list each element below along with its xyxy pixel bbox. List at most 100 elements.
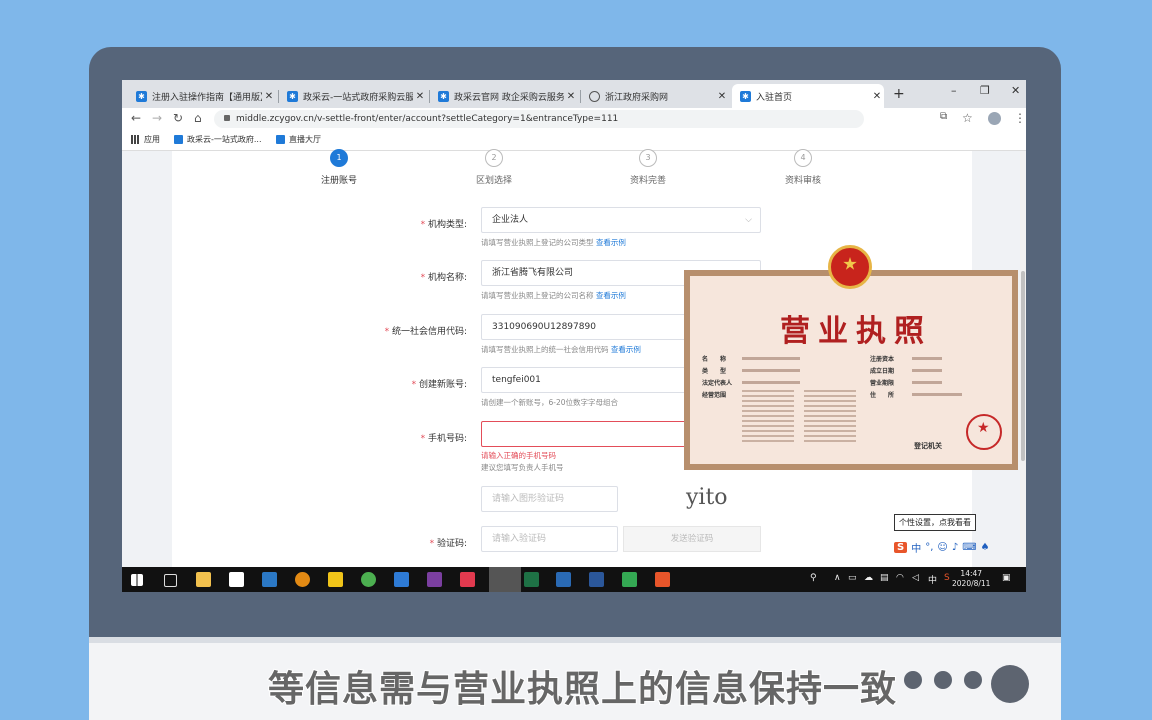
close-tab-icon[interactable]: ✕	[262, 91, 276, 102]
license-field-label: 营业期限	[870, 380, 895, 387]
step-label: 资料完善	[629, 176, 666, 186]
tab-label: 入驻首页	[756, 92, 793, 103]
view-example-link[interactable]: 查看示例	[596, 291, 626, 300]
sms-code-label: * 验证码:	[429, 539, 467, 549]
battery-icon[interactable]: ▭	[848, 573, 857, 583]
step-region: 2 区划选择	[454, 149, 534, 186]
scrollbar-thumb[interactable]	[1021, 271, 1025, 461]
sms-code-input[interactable]: 请输入验证码	[481, 526, 618, 552]
menu-icon[interactable]: ⋮	[1014, 111, 1026, 125]
close-tab-icon[interactable]: ✕	[413, 91, 427, 102]
browser-tab-1[interactable]: ✱ 注册入驻操作指南【通用版】- ✕	[128, 84, 276, 108]
maximize-button[interactable]: ❐	[980, 84, 990, 97]
user-icon[interactable]: ⚲	[810, 573, 817, 583]
send-code-button[interactable]: 发送验证码	[623, 526, 761, 552]
step-number: 1	[330, 149, 348, 167]
excel-icon[interactable]	[524, 572, 539, 587]
todo-icon[interactable]	[394, 572, 409, 587]
zcy-favicon-icon: ✱	[438, 90, 449, 102]
xmind-icon[interactable]	[460, 572, 475, 587]
file-explorer-icon[interactable]	[196, 572, 211, 587]
reload-icon[interactable]: ↻	[173, 111, 183, 125]
view-example-link[interactable]: 查看示例	[611, 345, 641, 354]
org-type-select[interactable]: 企业法人 ⌵	[481, 207, 761, 233]
address-row: ← → ↻ ⌂ middle.zcygov.cn/v-settle-front/…	[122, 108, 1026, 130]
browser-tab-4[interactable]: 浙江政府采购网 ✕	[581, 84, 729, 108]
sogou-icon[interactable]: S	[894, 541, 908, 553]
bookmark-live[interactable]: 直播大厅	[276, 134, 321, 145]
tab-bar: ✱ 注册入驻操作指南【通用版】- ✕ ✱ 政采云-一站式政府采购云服务 ✕ ✱ …	[122, 80, 1026, 108]
license-frame: 营业执照 名 称 类 型 法定代表人 经营范围 注册资本 成立日期 营业期限 住…	[684, 270, 1018, 470]
profile-avatar[interactable]	[988, 112, 1001, 125]
page-scrollbar[interactable]	[1020, 151, 1026, 567]
sticky-notes-icon[interactable]	[328, 572, 343, 587]
browser-tab-3[interactable]: ✱ 政采云官网 政企采购云服务平 ✕	[430, 84, 578, 108]
chrome-icon[interactable]	[361, 572, 376, 587]
chrome-active-icon[interactable]	[489, 567, 521, 592]
store-icon[interactable]	[229, 572, 244, 587]
camtasia-recorder-icon[interactable]	[655, 572, 670, 587]
punctuation-icon[interactable]: °,	[925, 542, 933, 553]
globe-icon	[589, 90, 600, 102]
system-clock[interactable]: 14:47 2020/8/11	[952, 569, 990, 589]
ime-toolbar[interactable]: S 中 °, ☺ ♪ ⌨ ♠	[894, 538, 1026, 556]
notification-icon[interactable]: ▣	[1002, 573, 1011, 583]
national-emblem-icon	[828, 245, 872, 289]
image-captcha-input[interactable]: 请输入图形验证码	[481, 486, 618, 512]
translate-icon[interactable]: ⧉	[940, 111, 947, 122]
skin-icon[interactable]: ♠	[981, 542, 990, 553]
license-field-label: 名 称	[702, 356, 727, 363]
wifi-icon[interactable]: ◠	[896, 573, 904, 583]
ime-tooltip: 个性设置，点我看看	[894, 514, 976, 531]
search-icon[interactable]	[295, 572, 310, 587]
back-icon[interactable]: ←	[131, 111, 141, 125]
mic-icon[interactable]: ♪	[952, 542, 958, 553]
decor-dot	[904, 671, 922, 689]
close-tab-icon[interactable]: ✕	[870, 91, 884, 102]
cloud-icon[interactable]: ☁	[864, 573, 873, 583]
tab-label: 注册入驻操作指南【通用版】-	[152, 92, 262, 103]
photos-icon[interactable]	[556, 572, 571, 587]
zcy-favicon-icon: ✱	[287, 90, 298, 102]
emoji-icon[interactable]: ☺	[937, 542, 947, 553]
apps-grid-icon	[131, 135, 140, 144]
step-number: 3	[639, 149, 657, 167]
forward-icon[interactable]: →	[152, 111, 162, 125]
ime-mode[interactable]: 中	[911, 540, 921, 555]
address-bar[interactable]: middle.zcygov.cn/v-settle-front/enter/ac…	[214, 110, 864, 128]
word-icon[interactable]	[589, 572, 604, 587]
sogou-tray-icon[interactable]: S	[944, 573, 950, 583]
close-tab-icon[interactable]: ✕	[564, 91, 578, 102]
zcy-favicon-icon	[276, 135, 285, 144]
bookmark-label: 应用	[144, 135, 160, 144]
new-tab-button[interactable]: +	[893, 86, 905, 102]
close-tab-icon[interactable]: ✕	[715, 91, 729, 102]
volume-icon[interactable]: ◁	[912, 573, 919, 583]
onenote-icon[interactable]	[427, 572, 442, 587]
camtasia-icon[interactable]	[622, 572, 637, 587]
license-field-label: 注册资本	[870, 356, 895, 363]
windows-start-icon[interactable]	[131, 574, 143, 586]
close-window-button[interactable]: ✕	[1011, 84, 1020, 97]
business-license-image: 营业执照 名 称 类 型 法定代表人 经营范围 注册资本 成立日期 营业期限 住…	[684, 245, 1018, 483]
mail-icon[interactable]	[262, 572, 277, 587]
star-icon[interactable]: ☆	[962, 111, 973, 125]
screen: ✱ 注册入驻操作指南【通用版】- ✕ ✱ 政采云-一站式政府采购云服务 ✕ ✱ …	[122, 80, 1026, 592]
ime-indicator[interactable]: 中	[928, 573, 937, 586]
decor-dot	[964, 671, 982, 689]
bookmark-apps[interactable]: 应用	[131, 134, 160, 145]
task-view-icon[interactable]	[164, 574, 177, 587]
network-icon[interactable]: ▤	[880, 573, 889, 583]
browser-tab-active[interactable]: ✱ 入驻首页 ✕	[732, 84, 884, 108]
license-field-label: 法定代表人	[702, 380, 733, 387]
step-label: 资料审核	[784, 176, 821, 186]
minimize-button[interactable]: –	[951, 84, 957, 97]
credit-code-label: * 统一社会信用代码:	[384, 327, 467, 337]
bookmark-zcy[interactable]: 政采云-一站式政府...	[174, 134, 262, 145]
keyboard-icon[interactable]: ⌨	[962, 542, 976, 553]
home-icon[interactable]: ⌂	[194, 111, 202, 125]
tray-expand-icon[interactable]: ∧	[834, 573, 841, 583]
browser-tab-2[interactable]: ✱ 政采云-一站式政府采购云服务 ✕	[279, 84, 427, 108]
bookmark-label: 直播大厅	[289, 135, 321, 144]
view-example-link[interactable]: 查看示例	[596, 238, 626, 247]
